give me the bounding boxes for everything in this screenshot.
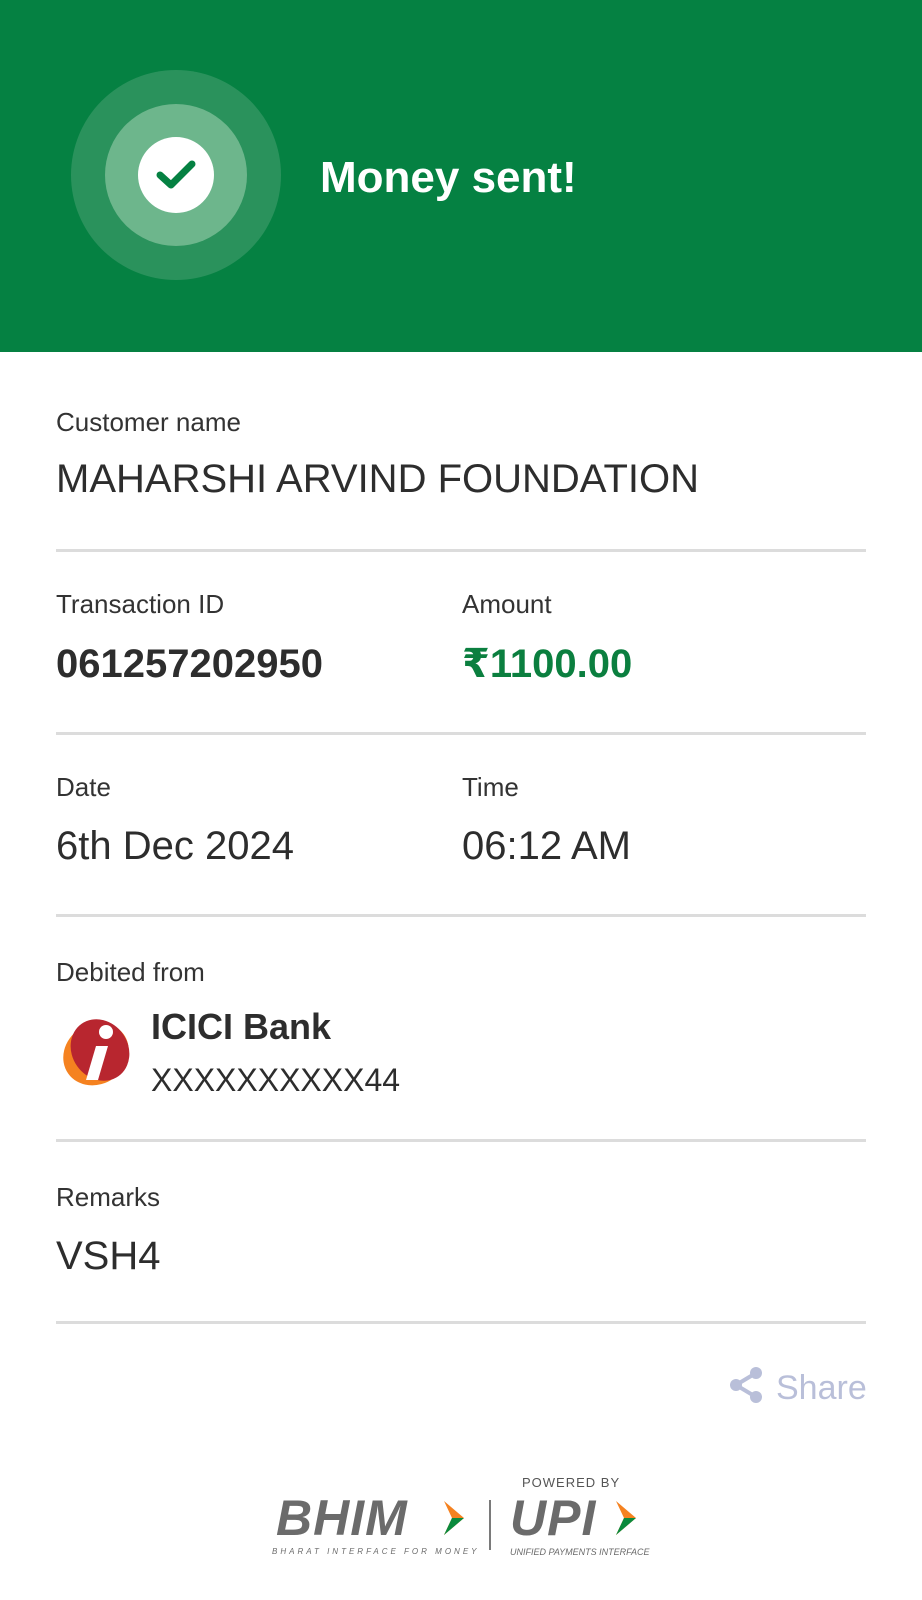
bhim-tagline: BHARAT INTERFACE FOR MONEY (272, 1547, 480, 1556)
divider (56, 914, 866, 917)
debited-from-label: Debited from (56, 957, 205, 987)
bank-name: ICICI Bank (151, 1006, 332, 1047)
divider (56, 732, 866, 735)
divider (56, 549, 866, 552)
amount-label: Amount (462, 589, 552, 619)
remarks-value: VSH4 (56, 1234, 161, 1278)
customer-name-value: MAHARSHI ARVIND FOUNDATION (56, 457, 700, 501)
share-button[interactable]: Share (726, 1365, 867, 1410)
customer-name-label: Customer name (56, 407, 241, 437)
bhim-logo: BHIM (276, 1490, 408, 1546)
page-title: Money sent! (320, 153, 577, 202)
upi-arrow-icon (616, 1501, 636, 1535)
time-value: 06:12 AM (462, 824, 632, 868)
upi-logo: UPI (510, 1490, 597, 1546)
amount-value: ₹1100.00 (462, 642, 633, 686)
powered-by-label: POWERED BY (522, 1475, 621, 1490)
transaction-id-value: 061257202950 (56, 642, 323, 686)
transaction-id-label: Transaction ID (56, 589, 225, 619)
icici-logo-icon (56, 1010, 132, 1090)
date-value: 6th Dec 2024 (56, 824, 294, 868)
logo-separator (489, 1500, 491, 1550)
upi-tagline: UNIFIED PAYMENTS INTERFACE (510, 1547, 650, 1557)
share-icon (726, 1365, 766, 1410)
remarks-label: Remarks (56, 1182, 161, 1212)
share-label: Share (776, 1368, 867, 1407)
date-label: Date (56, 772, 111, 802)
bhim-arrow-icon (444, 1501, 464, 1535)
divider (56, 1321, 866, 1324)
time-label: Time (462, 772, 519, 802)
divider (56, 1139, 866, 1142)
success-header: Money sent! (0, 0, 922, 352)
check-icon (138, 137, 214, 213)
bank-account-number: XXXXXXXXXX44 (151, 1062, 401, 1098)
bhim-upi-logo: BHIM BHARAT INTERFACE FOR MONEY POWERED … (270, 1475, 660, 1557)
